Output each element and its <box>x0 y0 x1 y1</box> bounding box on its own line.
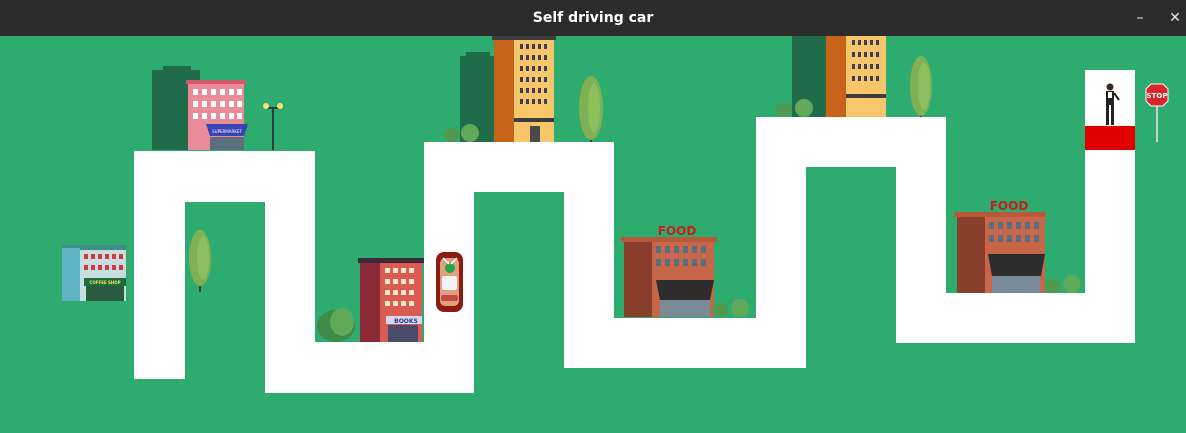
title-bar: Self driving car – ✕ <box>0 0 1186 36</box>
food-restaurant-building: FOOD <box>621 224 717 317</box>
finish-line <box>1085 126 1135 150</box>
books-sign: BOOKS <box>394 318 418 325</box>
food-sign-2: FOOD <box>990 199 1029 213</box>
food-restaurant-building: FOOD <box>954 199 1046 293</box>
game-canvas: STOP COFFEE SHOP SUPERMARKET BOOKS FOOD … <box>0 36 1186 433</box>
minimize-button[interactable]: – <box>1128 6 1152 30</box>
stop-sign-text: STOP <box>1147 92 1168 100</box>
coffee-shop-building: COFFEE SHOP <box>62 245 126 301</box>
car-icon <box>436 252 463 312</box>
bookstore-building: BOOKS <box>358 258 424 342</box>
coffee-shop-sign: COFFEE SHOP <box>89 280 120 285</box>
food-sign-1: FOOD <box>658 224 697 238</box>
close-button[interactable]: ✕ <box>1163 6 1186 30</box>
supermarket-sign: SUPERMARKET <box>212 129 242 134</box>
window-title: Self driving car <box>532 10 654 26</box>
